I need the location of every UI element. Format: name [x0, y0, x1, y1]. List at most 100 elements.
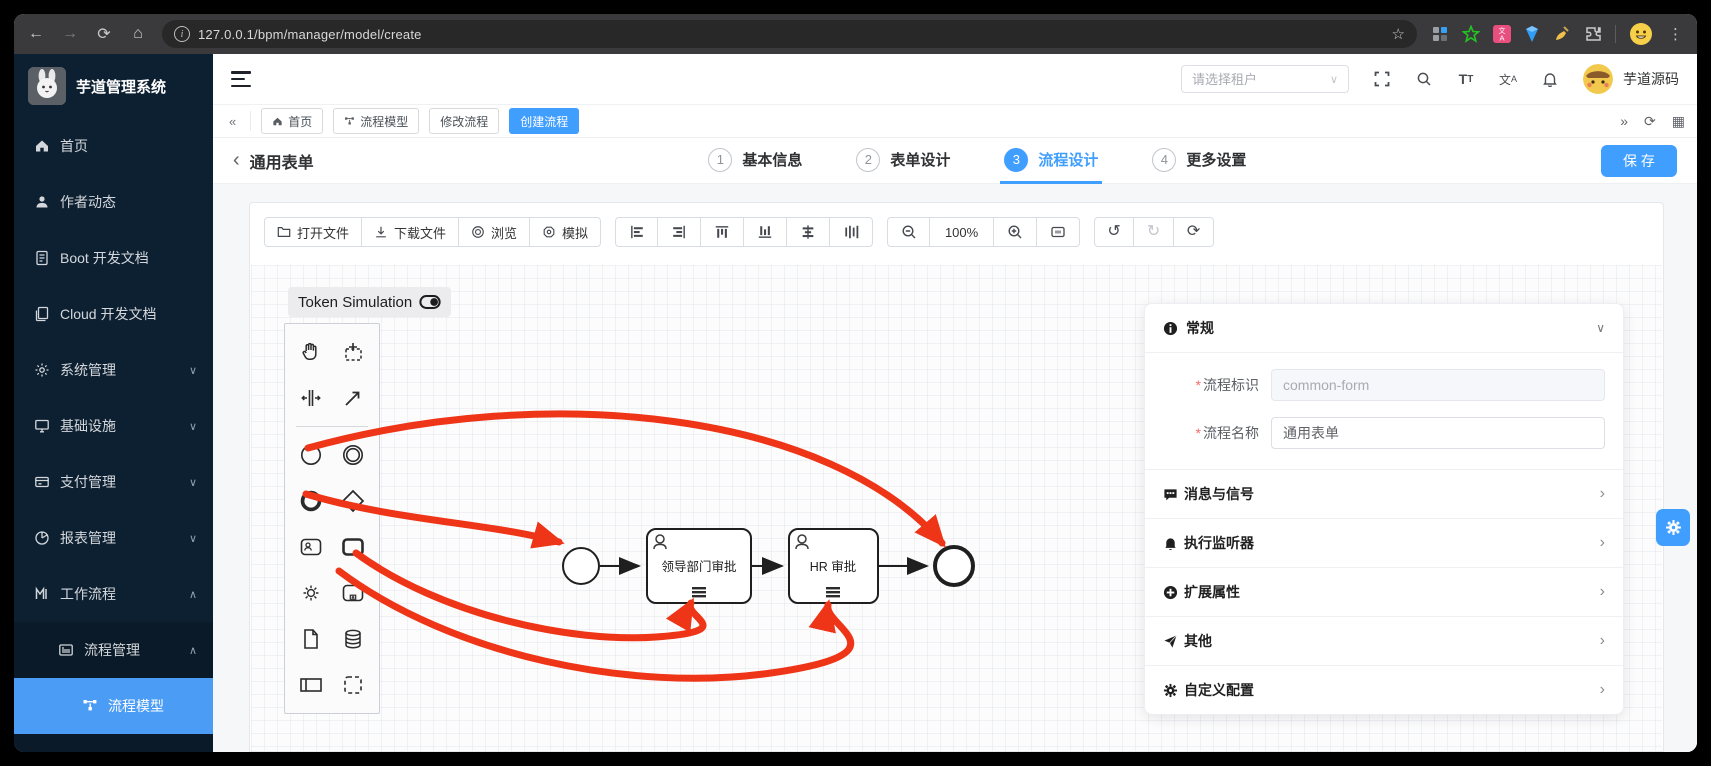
align-left-icon — [629, 224, 645, 240]
reload-icon[interactable]: ⟳ — [94, 24, 114, 44]
tags-refresh-icon[interactable]: ⟳ — [1644, 113, 1656, 130]
tenant-select[interactable]: ∨ — [1181, 65, 1349, 93]
user-task-node-1[interactable]: 领导部门审批 — [647, 529, 751, 603]
content-area: 打开文件 下载文件 浏览 — [213, 184, 1697, 752]
browser-menu-icon[interactable]: ⋮ — [1666, 25, 1685, 43]
font-size-icon[interactable]: TT — [1457, 70, 1475, 88]
sidebar-item-process-form[interactable]: 流程表单 — [14, 734, 213, 752]
step-process-design[interactable]: 3 流程设计 — [1000, 138, 1102, 184]
bpmn-canvas[interactable]: Token Simulation — [251, 265, 1662, 751]
tenant-select-input[interactable] — [1192, 72, 1324, 87]
tag-home[interactable]: 首页 — [261, 108, 323, 134]
model-icon — [82, 698, 98, 714]
tag-edit-process[interactable]: 修改流程 — [429, 108, 499, 134]
zoom-level[interactable]: 100% — [930, 217, 994, 247]
start-event-node[interactable] — [563, 548, 599, 584]
restart-button[interactable]: ⟳ — [1174, 217, 1214, 247]
align-center-button[interactable] — [787, 217, 830, 247]
step-more-settings[interactable]: 4 更多设置 — [1148, 138, 1250, 184]
sidebar-item-workflow[interactable]: 工作流程 ∧ — [14, 566, 213, 622]
extension-grid-icon[interactable] — [1431, 25, 1449, 43]
collapse-menu-icon[interactable] — [231, 71, 251, 87]
steps: 1 基本信息 2 表单设计 3 流程设计 4 更多设置 — [354, 138, 1601, 183]
site-info-icon[interactable]: i — [174, 26, 190, 42]
sidebar-item-boot-docs[interactable]: Boot 开发文档 — [14, 230, 213, 286]
toolbar-separator — [1615, 25, 1616, 43]
tags-scroll-left-icon[interactable]: « — [225, 114, 240, 129]
panel-section-custom-config[interactable]: 自定义配置 › — [1145, 665, 1623, 714]
bell-icon[interactable] — [1541, 70, 1559, 88]
username[interactable]: 芋道源码 — [1623, 69, 1679, 89]
sidebar-item-process-model[interactable]: 流程模型 — [14, 678, 213, 734]
extensions-area: 文A ⋮ — [1431, 22, 1685, 46]
bpmn-designer-card: 打开文件 下载文件 浏览 — [249, 202, 1664, 752]
layout-grid-icon[interactable]: ▦ — [1672, 113, 1685, 130]
panel-section-other[interactable]: 其他 › — [1145, 616, 1623, 665]
red-arrow-to-end-event — [308, 414, 942, 543]
home-icon[interactable]: ⌂ — [128, 25, 148, 43]
end-event-node[interactable] — [935, 547, 973, 585]
tag-create-process[interactable]: 创建流程 — [509, 108, 579, 134]
svg-text:A: A — [1499, 34, 1504, 43]
list-icon — [58, 642, 74, 658]
redo-button[interactable]: ↻ — [1134, 217, 1174, 247]
distribute-button[interactable] — [830, 217, 873, 247]
zoom-in-button[interactable] — [994, 217, 1037, 247]
sidebar-item-author[interactable]: 作者动态 — [14, 174, 213, 230]
panel-section-listeners[interactable]: 执行监听器 › — [1145, 518, 1623, 567]
preview-button[interactable]: 浏览 — [459, 217, 530, 247]
zoom-out-button[interactable] — [887, 217, 930, 247]
save-button[interactable]: 保 存 — [1601, 145, 1677, 177]
sidebar-item-infra[interactable]: 基础设施 ∨ — [14, 398, 213, 454]
step-form-design[interactable]: 2 表单设计 — [852, 138, 954, 184]
extension-star-icon[interactable] — [1462, 25, 1480, 43]
extension-translate-icon[interactable]: 文A — [1493, 25, 1511, 43]
back-icon[interactable]: ← — [26, 25, 46, 43]
step-basic-info[interactable]: 1 基本信息 — [704, 138, 806, 184]
search-icon[interactable] — [1415, 70, 1433, 88]
home-icon — [34, 138, 50, 154]
sidebar-item-home[interactable]: 首页 — [14, 118, 213, 174]
panel-section-extended-props[interactable]: 扩展属性 › — [1145, 567, 1623, 616]
panel-section-general[interactable]: 常规 ∨ — [1145, 304, 1623, 352]
align-right-button[interactable] — [658, 217, 701, 247]
chevron-right-icon: › — [1600, 485, 1605, 503]
align-bottom-button[interactable] — [744, 217, 787, 247]
plus-circle-icon — [1163, 585, 1178, 600]
tags-scroll-right-icon[interactable]: » — [1620, 113, 1628, 129]
open-file-button[interactable]: 打开文件 — [264, 217, 362, 247]
sidebar-item-process-mgmt[interactable]: 流程管理 ∧ — [14, 622, 213, 678]
align-left-button[interactable] — [615, 217, 658, 247]
sidebar-item-system[interactable]: 系统管理 ∨ — [14, 342, 213, 398]
bookmark-star-icon[interactable]: ☆ — [1392, 25, 1405, 43]
undo-button[interactable]: ↺ — [1094, 217, 1134, 247]
align-top-button[interactable] — [701, 217, 744, 247]
app-header: ∨ TT 文A 芋道源码 — [213, 54, 1697, 104]
profile-avatar[interactable] — [1629, 22, 1653, 46]
extension-gem-icon[interactable] — [1524, 25, 1540, 43]
download-file-button[interactable]: 下载文件 — [362, 217, 459, 247]
tag-process-model[interactable]: 流程模型 — [333, 108, 419, 134]
user-task-node-2[interactable]: HR 审批 — [789, 529, 878, 603]
language-icon[interactable]: 文A — [1499, 70, 1517, 88]
simulate-button[interactable]: 模拟 — [530, 217, 601, 247]
address-bar[interactable]: i 127.0.0.1/bpm/manager/model/create ☆ — [162, 20, 1417, 48]
fullscreen-icon[interactable] — [1373, 70, 1391, 88]
process-name-input[interactable] — [1271, 417, 1605, 449]
sidebar-item-report[interactable]: 报表管理 ∨ — [14, 510, 213, 566]
process-key-input[interactable] — [1271, 369, 1605, 401]
align-top-icon — [714, 224, 730, 240]
zoom-reset-button[interactable] — [1037, 217, 1080, 247]
extensions-puzzle-icon[interactable] — [1584, 25, 1602, 43]
send-icon — [1163, 634, 1178, 649]
settings-fab-button[interactable] — [1656, 509, 1690, 546]
field-process-name: *流程名称 — [1163, 417, 1605, 449]
user-avatar[interactable] — [1583, 64, 1613, 94]
back-chevron-icon[interactable]: ‹ — [233, 149, 240, 172]
panel-section-messages[interactable]: 消息与信号 › — [1145, 469, 1623, 518]
extension-broom-icon[interactable] — [1553, 25, 1571, 43]
sidebar-item-cloud-docs[interactable]: Cloud 开发文档 — [14, 286, 213, 342]
url-text[interactable]: 127.0.0.1/bpm/manager/model/create — [198, 27, 422, 42]
sidebar-item-pay[interactable]: 支付管理 ∨ — [14, 454, 213, 510]
forward-icon[interactable]: → — [60, 25, 80, 43]
